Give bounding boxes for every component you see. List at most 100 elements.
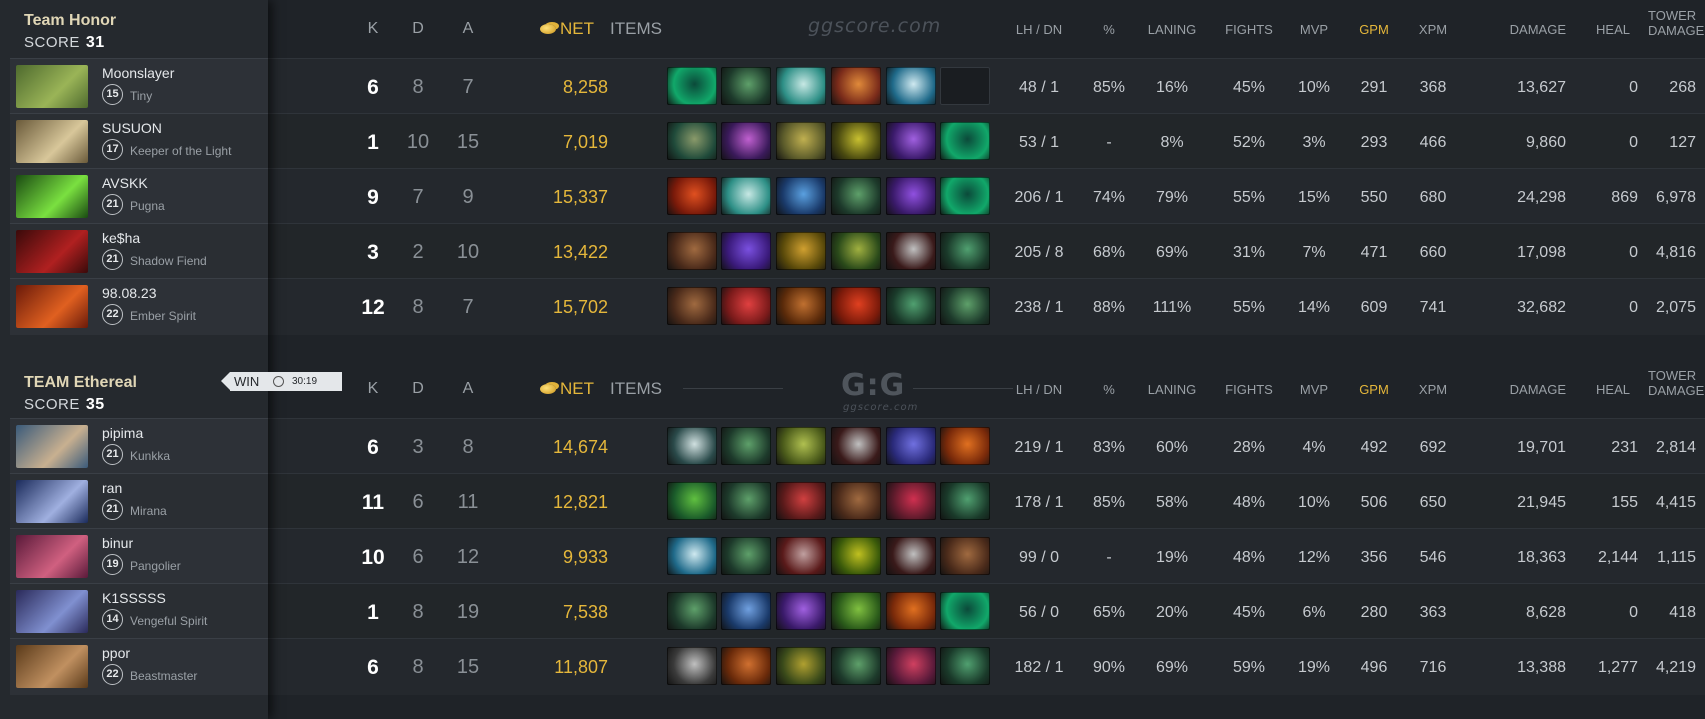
hero-portrait[interactable] [16,590,88,633]
item-slot-2[interactable] [721,592,771,630]
col-header-tower-damage-line1[interactable]: TOWER [1648,8,1696,23]
item-slot-3[interactable] [776,177,826,215]
item-slot-6[interactable] [940,287,990,325]
player-name[interactable]: 98.08.23 [102,285,157,301]
player-name[interactable]: SUSUON [102,120,162,136]
player-name[interactable]: Moonslayer [102,65,174,81]
col-header-k[interactable]: K [353,20,393,38]
item-slot-2[interactable] [721,647,771,685]
col-header-lh-dn[interactable]: LH / DN [1003,22,1075,37]
col-header-d[interactable]: D [398,380,438,398]
item-slot-3[interactable] [776,67,826,105]
col-header-damage[interactable]: DAMAGE [1468,382,1566,397]
item-slot-5[interactable] [886,427,936,465]
item-slot-1[interactable] [667,592,717,630]
item-slot-1[interactable] [667,232,717,270]
col-header-laning[interactable]: LANING [1138,22,1206,37]
item-slot-2[interactable] [721,287,771,325]
player-name[interactable]: binur [102,535,133,551]
player-row[interactable]: ke$ha 21 Shadow Fiend [10,223,268,280]
hero-portrait[interactable] [16,230,88,273]
item-slot-1[interactable] [667,427,717,465]
item-slot-1[interactable] [667,537,717,575]
col-header-tower-damage-line2[interactable]: DAMAGE [1648,383,1704,398]
col-header-net[interactable]: NET [560,19,594,39]
player-row[interactable]: AVSKK 21 Pugna [10,168,268,225]
player-row[interactable]: SUSUON 17 Keeper of the Light [10,113,268,170]
player-name[interactable]: AVSKK [102,175,148,191]
col-header-laning[interactable]: LANING [1138,382,1206,397]
col-header-lh-dn[interactable]: LH / DN [1003,382,1075,397]
player-row[interactable]: ran 21 Mirana [10,473,268,530]
item-slot-3[interactable] [776,427,826,465]
hero-portrait[interactable] [16,425,88,468]
player-name[interactable]: ppor [102,645,130,661]
item-slot-3[interactable] [776,232,826,270]
player-name[interactable]: K1SSSSS [102,590,166,606]
col-header-tower-damage-line2[interactable]: DAMAGE [1648,23,1704,38]
item-slot-2[interactable] [721,482,771,520]
item-slot-1[interactable] [667,67,717,105]
col-header-gpm[interactable]: GPM [1350,22,1398,37]
hero-portrait[interactable] [16,120,88,163]
col-header-mvp[interactable]: MVP [1290,22,1338,37]
item-slot-3[interactable] [776,537,826,575]
item-slot-2[interactable] [721,232,771,270]
item-slot-2[interactable] [721,177,771,215]
player-name[interactable]: pipima [102,425,143,441]
item-slot-3[interactable] [776,647,826,685]
col-header-a[interactable]: A [448,20,488,38]
col-header-k[interactable]: K [353,380,393,398]
col-header-heal[interactable]: HEAL [1578,22,1630,37]
col-header-gpm[interactable]: GPM [1350,382,1398,397]
col-header-fights[interactable]: FIGHTS [1216,22,1282,37]
col-header-damage[interactable]: DAMAGE [1468,22,1566,37]
col-header-mvp[interactable]: MVP [1290,382,1338,397]
hero-portrait[interactable] [16,65,88,108]
item-slot-5[interactable] [886,287,936,325]
item-slot-4[interactable] [831,287,881,325]
item-slot-5[interactable] [886,482,936,520]
item-slot-2[interactable] [721,427,771,465]
item-slot-2[interactable] [721,122,771,160]
col-header-percent[interactable]: % [1088,382,1130,397]
player-name[interactable]: ke$ha [102,230,140,246]
item-slot-1[interactable] [667,482,717,520]
item-slot-6[interactable] [940,427,990,465]
item-slot-5[interactable] [886,537,936,575]
item-slot-5[interactable] [886,232,936,270]
col-header-xpm[interactable]: XPM [1408,382,1458,397]
item-slot-1[interactable] [667,122,717,160]
col-header-tower-damage-line1[interactable]: TOWER [1648,368,1696,383]
item-slot-4[interactable] [831,122,881,160]
item-slot-4[interactable] [831,482,881,520]
item-slot-6[interactable] [940,537,990,575]
item-slot-4[interactable] [831,537,881,575]
item-slot-4[interactable] [831,592,881,630]
item-slot-5[interactable] [886,177,936,215]
player-row[interactable]: pipima 21 Kunkka [10,418,268,475]
item-slot-5[interactable] [886,592,936,630]
item-slot-4[interactable] [831,67,881,105]
item-slot-4[interactable] [831,232,881,270]
item-slot-6[interactable] [940,122,990,160]
item-slot-3[interactable] [776,592,826,630]
item-slot-4[interactable] [831,647,881,685]
player-row[interactable]: 98.08.23 22 Ember Spirit [10,278,268,335]
item-slot-1[interactable] [667,287,717,325]
hero-portrait[interactable] [16,480,88,523]
item-slot-5[interactable] [886,647,936,685]
item-slot-6[interactable] [940,177,990,215]
player-row[interactable]: Moonslayer 15 Tiny [10,58,268,115]
item-slot-3[interactable] [776,287,826,325]
item-slot-4[interactable] [831,427,881,465]
col-header-heal[interactable]: HEAL [1578,382,1630,397]
item-slot-3[interactable] [776,122,826,160]
col-header-net[interactable]: NET [560,379,594,399]
item-slot-5[interactable] [886,122,936,160]
player-row[interactable]: K1SSSSS 14 Vengeful Spirit [10,583,268,640]
col-header-d[interactable]: D [398,20,438,38]
item-slot-5[interactable] [886,67,936,105]
item-slot-2[interactable] [721,537,771,575]
item-slot-6[interactable] [940,232,990,270]
